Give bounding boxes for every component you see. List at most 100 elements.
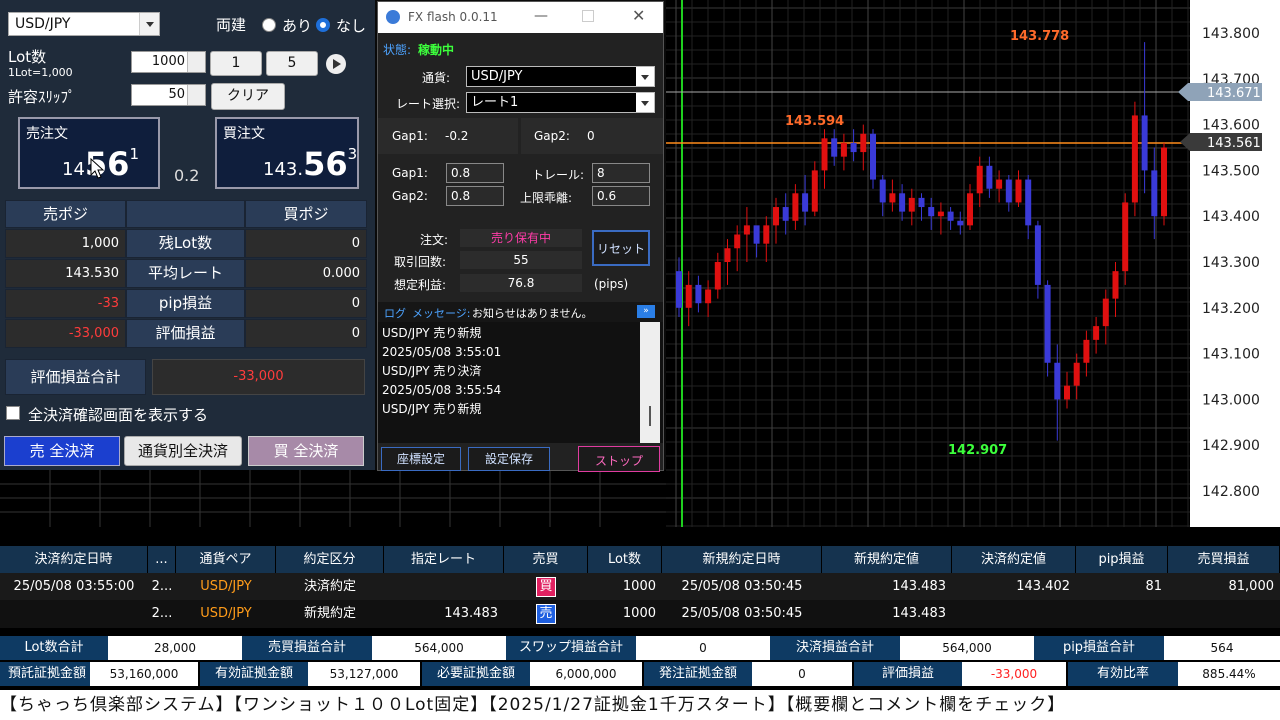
lot-row-label: 残Lot数 [126, 229, 245, 258]
lot-value: 1000 [151, 54, 185, 69]
candle-body [986, 165, 993, 189]
count-label: 取引回数: [394, 255, 447, 269]
scroll-thumb[interactable] [649, 406, 651, 426]
buy-pip-value: 0 [245, 289, 367, 318]
coord-settings-button[interactable]: 座標設定 [381, 447, 461, 471]
trade-pl-total-value: 564,000 [372, 636, 506, 660]
candle-body [976, 165, 983, 194]
lot-5-button[interactable]: 5 [266, 51, 318, 76]
candle-body [1015, 179, 1022, 203]
play-icon[interactable] [326, 54, 346, 74]
hedge-off-radio[interactable] [316, 18, 330, 32]
lot-1-button[interactable]: 1 [210, 51, 262, 76]
buy-order-button[interactable]: 買注文 143.563 [215, 117, 359, 189]
profit-label: 想定利益: [394, 278, 447, 292]
log-entry: 2025/05/08 3:55:54 [382, 383, 502, 397]
lot-input[interactable]: 1000 [131, 51, 206, 73]
table-row[interactable]: 25/05/08 03:55:00 2... USD/JPY 決済約定 買 10… [0, 573, 1280, 600]
sell-order-button[interactable]: 売注文 14561 [18, 117, 160, 189]
price-chart[interactable]: 143.800 143.700 143.600 143.500 143.400 143.3… [666, 0, 1280, 527]
pair-close-all-button[interactable]: 通貨別全決済 [124, 436, 242, 466]
candle-body [1161, 147, 1167, 217]
col-header[interactable]: ... [148, 546, 176, 573]
maximize-icon[interactable] [582, 10, 594, 22]
col-header[interactable]: 売買 [504, 546, 588, 573]
log-scrollbar[interactable] [640, 322, 660, 443]
row-open-time: 25/05/08 03:50:45 [681, 606, 803, 621]
hedge-on-label: あり [282, 17, 313, 35]
candle-body [782, 207, 789, 221]
candle-body [724, 248, 731, 262]
lot-total-label: Lot数合計 [0, 636, 108, 660]
confirm-checkbox[interactable] [6, 406, 20, 420]
status-value: 稼動中 [418, 43, 455, 57]
hedge-on-radio[interactable] [262, 18, 276, 32]
clear-button[interactable]: クリア [211, 83, 285, 110]
window-titlebar[interactable]: FX flash 0.0.11 — ✕ [378, 2, 663, 33]
y-tick-label: 142.800 [1202, 484, 1260, 500]
candle-body [743, 225, 750, 235]
candle-body [1141, 115, 1148, 171]
deposit-value: 53,160,000 [90, 662, 198, 686]
col-header[interactable]: 決済約定日時 [0, 546, 148, 573]
currency-select[interactable]: USD/JPY [466, 66, 655, 87]
slip-input[interactable]: 50 [131, 84, 206, 106]
gap2-input[interactable]: 0.8 [446, 186, 504, 206]
candle-body [831, 138, 838, 157]
candle-body [870, 133, 876, 180]
col-header[interactable]: 指定レート [384, 546, 504, 573]
candle-body [753, 225, 760, 244]
settled-total-value: 564,000 [900, 636, 1034, 660]
sell-all-button[interactable]: 売 全決済 [4, 436, 120, 466]
col-header[interactable]: 新規約定日時 [662, 546, 822, 573]
col-header[interactable]: pip損益 [1076, 546, 1168, 573]
candle-series [676, 42, 1167, 441]
stepper-icon[interactable] [187, 85, 205, 105]
col-header[interactable]: 約定区分 [276, 546, 384, 573]
candle-body [879, 179, 886, 203]
gap1-input[interactable]: 0.8 [446, 163, 504, 183]
position-header-blank [126, 200, 245, 228]
col-header[interactable]: 通貨ペア [176, 546, 276, 573]
rate-select[interactable]: レート1 [466, 92, 655, 113]
row-close-price: 143.402 [1016, 579, 1070, 594]
table-row[interactable]: 2... USD/JPY 新規約定 143.483 売 1000 25/05/0… [0, 600, 1280, 627]
row-rate [384, 573, 504, 600]
grid-lines [666, 0, 1190, 527]
row-lot: 1000 [622, 579, 656, 594]
row-pip: 81 [1145, 579, 1162, 594]
chart-grid-left [0, 470, 666, 527]
symbol-select[interactable]: USD/JPY [8, 12, 160, 36]
summary-panel: Lot数合計 28,000 売買損益合計 564,000 スワップ損益合計 0 … [0, 628, 1280, 690]
reset-button[interactable]: リセット [592, 230, 650, 266]
candle-body [967, 193, 973, 226]
order-margin-label: 発注証拠金額 [644, 662, 752, 686]
unrealized-pl-value: -33,000 [962, 662, 1066, 686]
y-tick-label: 143.000 [1202, 392, 1260, 408]
lot-sub-label: 1Lot=1,000 [8, 66, 73, 79]
col-header[interactable]: 売買損益 [1168, 546, 1280, 573]
spacer [0, 527, 1280, 546]
buy-badge: 買 [536, 576, 556, 597]
col-header[interactable]: 決済約定値 [952, 546, 1076, 573]
minimize-icon[interactable]: — [534, 8, 548, 24]
col-header[interactable]: 新規約定値 [822, 546, 952, 573]
close-icon[interactable]: ✕ [632, 6, 645, 25]
limit-input[interactable]: 0.6 [592, 186, 650, 206]
gap2-value: 0 [587, 129, 595, 143]
trade-pl-total-label: 売買損益合計 [242, 636, 372, 660]
buy-price-big: 56 [303, 145, 348, 183]
stepper-icon[interactable] [187, 52, 205, 72]
col-header[interactable]: Lot数 [588, 546, 662, 573]
candle-body [685, 284, 692, 308]
buy-all-button[interactable]: 買 全決済 [248, 436, 364, 466]
candle-body [908, 197, 915, 212]
stop-button[interactable]: ストップ [578, 446, 660, 472]
trail-input[interactable]: 8 [592, 163, 650, 183]
save-settings-button[interactable]: 設定保存 [468, 447, 550, 471]
expand-icon[interactable]: » [637, 305, 655, 318]
grid-lines [0, 470, 666, 527]
candle-body [714, 262, 721, 290]
lot-total-value: 28,000 [108, 636, 242, 660]
fx-flash-window: FX flash 0.0.11 — ✕ 状態: 稼動中 通貨: USD/JPY … [377, 1, 664, 472]
